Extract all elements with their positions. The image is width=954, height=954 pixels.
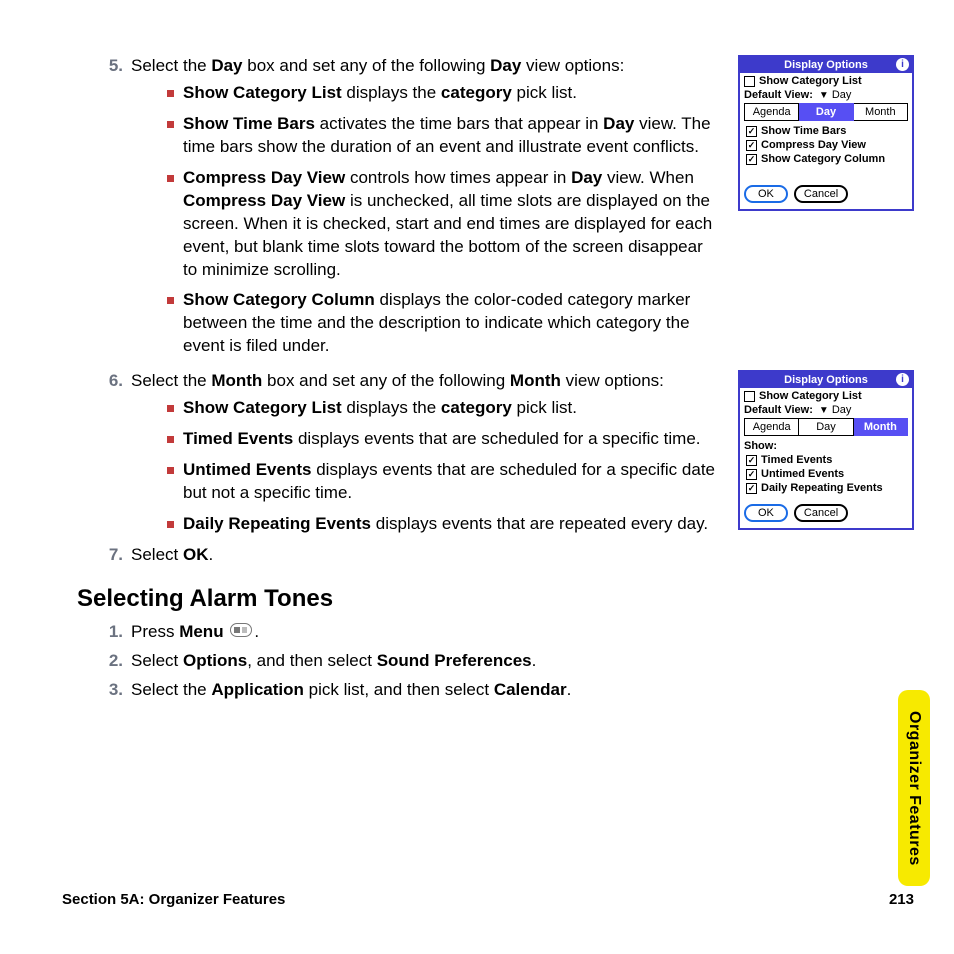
check-timed-events[interactable]: ✓ <box>746 455 757 466</box>
display-options-day-dialog: Display Options i Show Category List Def… <box>738 55 914 211</box>
tab-month[interactable]: Month <box>854 103 908 121</box>
ok-button[interactable]: OK <box>744 504 788 522</box>
bullet-show-category-column: Show Category Column displays the color-… <box>167 289 720 358</box>
alarm-step-2: 2. Select Options, and then select Sound… <box>95 650 914 673</box>
heading-selecting-alarm-tones: Selecting Alarm Tones <box>77 585 914 613</box>
step-6-number: 6. <box>95 370 123 393</box>
default-view-picker[interactable]: ▼ Day <box>817 89 852 101</box>
tab-agenda[interactable]: Agenda <box>744 418 799 436</box>
section-label: Section 5A: Organizer Features <box>62 891 285 908</box>
tab-month[interactable]: Month <box>854 418 908 436</box>
cancel-button[interactable]: Cancel <box>794 185 848 203</box>
step-7-number: 7. <box>95 544 123 567</box>
tab-day[interactable]: Day <box>799 103 853 121</box>
dialog-title: Display Options i <box>740 57 912 73</box>
tab-day[interactable]: Day <box>799 418 853 436</box>
bullet-m-untimed-events: Untimed Events displays events that are … <box>167 459 720 505</box>
info-icon[interactable]: i <box>896 373 909 386</box>
bullet-show-category-list: Show Category List displays the category… <box>167 82 720 105</box>
check-show-time-bars[interactable]: ✓ <box>746 126 757 137</box>
page-number: 213 <box>889 891 914 908</box>
info-icon[interactable]: i <box>896 58 909 71</box>
check-compress-day-view[interactable]: ✓ <box>746 140 757 151</box>
show-category-list-label: Show Category List <box>759 75 862 87</box>
alarm-step-1: 1. Press Menu . <box>95 621 914 644</box>
dialog-title: Display Options i <box>740 372 912 388</box>
bullet-show-time-bars: Show Time Bars activates the time bars t… <box>167 113 720 159</box>
check-untimed-events[interactable]: ✓ <box>746 469 757 480</box>
default-view-label: Default View: <box>744 89 813 101</box>
check-show-category-column[interactable]: ✓ <box>746 154 757 165</box>
show-category-list-checkbox[interactable] <box>744 391 755 402</box>
display-options-month-dialog: Display Options i Show Category List Def… <box>738 370 914 530</box>
cancel-button[interactable]: Cancel <box>794 504 848 522</box>
step-7: 7. Select OK. <box>95 544 914 567</box>
step-6-text: Select the Month box and set any of the … <box>131 371 664 390</box>
page-footer: Section 5A: Organizer Features 213 <box>62 891 914 908</box>
tab-agenda[interactable]: Agenda <box>744 103 799 121</box>
show-category-list-checkbox[interactable] <box>744 76 755 87</box>
section-side-tab: Organizer Features <box>898 690 930 886</box>
bullet-m-daily-repeating: Daily Repeating Events displays events t… <box>167 513 720 536</box>
show-label: Show: <box>744 440 908 452</box>
bullet-m-show-category-list: Show Category List displays the category… <box>167 397 720 420</box>
alarm-step-3: 3. Select the Application pick list, and… <box>95 679 914 702</box>
bullet-m-timed-events: Timed Events displays events that are sc… <box>167 428 720 451</box>
step-5: 5. Select the Day box and set any of the… <box>95 55 720 358</box>
default-view-label: Default View: <box>744 404 813 416</box>
check-daily-repeating-events[interactable]: ✓ <box>746 483 757 494</box>
step-5-text: Select the Day box and set any of the fo… <box>131 56 624 75</box>
bullet-compress-day-view: Compress Day View controls how times app… <box>167 167 720 282</box>
step-6: 6. Select the Month box and set any of t… <box>95 370 720 536</box>
menu-icon <box>230 621 252 644</box>
default-view-picker[interactable]: ▼ Day <box>817 404 852 416</box>
ok-button[interactable]: OK <box>744 185 788 203</box>
step-5-number: 5. <box>95 55 123 78</box>
show-category-list-label: Show Category List <box>759 390 862 402</box>
